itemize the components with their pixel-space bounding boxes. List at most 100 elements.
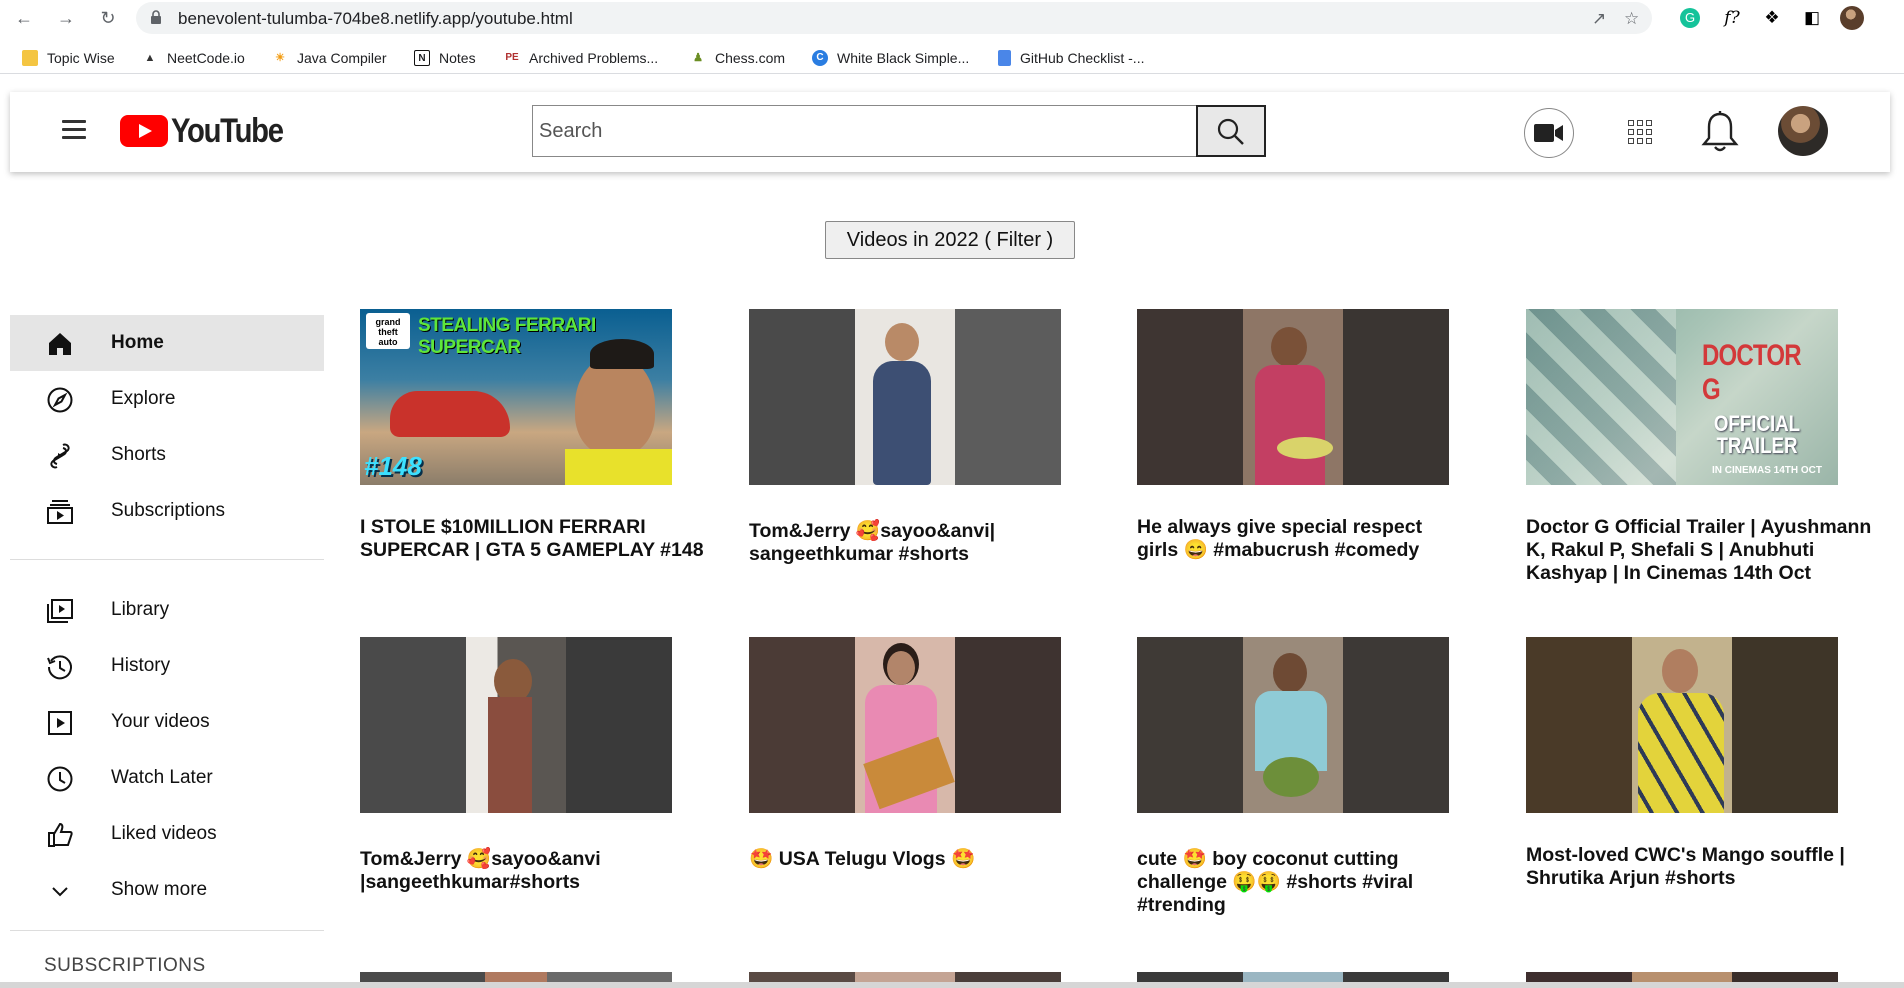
forward-icon[interactable]: → [54,6,78,30]
sidebar-item-label: Explore [111,388,176,409]
bookmark-item[interactable]: PE Archived Problems... [504,48,658,68]
sidebar-item-library[interactable]: Library [10,582,324,638]
bookmark-item[interactable]: ▲ NeetCode.io [142,48,245,68]
video-card[interactable] [360,637,672,813]
video-title[interactable]: Doctor G Official Trailer | Ayushmann K,… [1526,516,1896,585]
video-title[interactable]: He always give special respect girls 😄 #… [1137,516,1467,562]
sidebar-item-liked-videos[interactable]: Liked videos [10,806,324,862]
share-icon[interactable]: ↗ [1592,9,1606,29]
sidebar-item-show-more[interactable]: Show more [10,862,324,918]
bookmark-item[interactable]: Topic Wise [22,48,115,68]
apps-icon[interactable] [1628,120,1652,144]
doctors-group [1526,309,1676,485]
video-title[interactable]: 🤩 USA Telugu Vlogs 🤩 [749,848,1049,871]
search-input[interactable] [535,108,1183,154]
man-shirt [1255,365,1325,485]
bookmark-item[interactable]: GitHub Checklist -... [998,48,1144,68]
horizontal-scrollbar[interactable] [0,982,1904,988]
video-title[interactable]: Tom&Jerry 🥰sayoo&anvi| sangeethkumar #sh… [749,520,1049,566]
sun-icon: ☀ [275,52,285,64]
video-thumbnail[interactable] [1526,637,1838,813]
youtube-logo[interactable]: YouTube [120,111,301,150]
compass-icon [47,387,73,413]
sidebar-divider [10,559,324,560]
bookmark-item[interactable]: ♟ Chess.com [690,48,785,68]
video-camera-icon [1534,124,1563,142]
notion-icon: N [414,50,430,66]
boy-head [1273,653,1307,693]
your-videos-icon [48,711,72,735]
bookmark-item[interactable]: ☀ Java Compiler [272,48,386,68]
video-thumbnail[interactable] [749,637,1061,813]
puzzle-icon[interactable]: ❖ [1760,6,1784,30]
video-card[interactable] [749,309,1061,485]
bookmark-item[interactable]: C White Black Simple... [812,48,969,68]
filter-button[interactable]: Videos in 2022 ( Filter ) [825,221,1075,259]
sidebar-item-subscriptions[interactable]: Subscriptions [10,483,324,539]
subscriptions-heading: SUBSCRIPTIONS [44,955,206,976]
thumbs-up-icon [48,822,73,847]
grammarly-icon[interactable]: G [1680,8,1700,28]
bell-icon[interactable] [1700,110,1740,154]
bookmark-label: Java Compiler [297,50,387,66]
video-title[interactable]: Tom&Jerry 🥰sayoo&anvi |sangeethkumar#sho… [360,848,660,894]
sidebar-item-explore[interactable]: Explore [10,371,324,427]
video-thumbnail[interactable]: grand theft auto STEALING FERRARI SUPERCAR… [360,309,672,485]
sidebar-item-label: Library [111,599,170,620]
release-text: IN CINEMAS 14TH OCT [1712,465,1823,476]
sidepanel-icon[interactable]: ◧ [1800,6,1824,30]
youtube-play-icon [120,115,168,147]
bookmark-item[interactable]: N Notes [414,48,476,68]
video-thumbnail[interactable] [1137,637,1449,813]
home-icon [49,333,71,355]
sidebar-item-label: Show more [111,879,208,900]
video-title[interactable]: cute 🤩 boy coconut cutting challenge 🤑🤑 … [1137,848,1437,917]
episode-badge: #148 [364,451,422,481]
video-thumbnail[interactable]: DOCTOR G OFFICIAL TRAILER IN CINEMAS 14T… [1526,309,1838,485]
browser-toolbar: ← → ↻ benevolent-tulumba-704be8.netlify.… [0,0,1904,36]
woman-top [1638,693,1724,813]
video-card[interactable]: grand theft auto STEALING FERRARI SUPERCAR… [360,309,672,485]
logo-text: YouTube [171,111,284,150]
clock-icon [47,766,73,792]
plate [1277,437,1333,459]
video-title[interactable]: Most-loved CWC's Mango souffle | Shrutik… [1526,844,1886,890]
back-icon[interactable]: ← [12,6,36,30]
create-video-button[interactable] [1524,108,1574,158]
sidebar-item-shorts[interactable]: Shorts [10,427,324,483]
star-icon[interactable]: ☆ [1624,9,1639,29]
reload-icon[interactable]: ↻ [96,6,120,30]
car-shape [390,391,510,437]
sidebar-item-label: Subscriptions [111,500,226,521]
video-card[interactable] [1137,637,1449,813]
search-button[interactable] [1196,105,1266,157]
yt-header: YouTube [10,92,1890,172]
sidebar-divider [10,930,324,931]
gta-logo: grand theft auto [366,313,410,349]
address-bar[interactable]: benevolent-tulumba-704be8.netlify.app/yo… [136,2,1652,34]
sidebar-item-history[interactable]: History [10,638,324,694]
project-euler-icon: PE [505,52,519,63]
sidebar-item-watch-later[interactable]: Watch Later [10,750,324,806]
video-thumbnail[interactable] [1137,309,1449,485]
person-face [575,355,655,455]
video-card[interactable] [1526,637,1838,813]
video-thumbnail[interactable] [749,309,1061,485]
subscriptions-icon [47,500,73,524]
sidebar-item-label: Watch Later [111,767,213,788]
formula-extension-icon[interactable]: f? [1720,6,1744,30]
sidebar-item-home[interactable]: Home [10,315,324,371]
menu-icon[interactable] [62,120,86,140]
video-title[interactable]: I STOLE $10MILLION FERRARI SUPERCAR | GT… [360,516,720,562]
sidebar-item-label: Home [111,332,164,353]
bookmark-label: NeetCode.io [167,50,245,66]
video-card[interactable] [1137,309,1449,485]
woman-face [887,651,915,685]
bookmark-label: Archived Problems... [529,50,659,66]
video-card[interactable] [749,637,1061,813]
profile-avatar[interactable] [1840,6,1864,30]
user-avatar[interactable] [1778,106,1828,156]
sidebar-item-your-videos[interactable]: Your videos [10,694,324,750]
video-card[interactable]: DOCTOR G OFFICIAL TRAILER IN CINEMAS 14T… [1526,309,1838,485]
video-thumbnail[interactable] [360,637,672,813]
